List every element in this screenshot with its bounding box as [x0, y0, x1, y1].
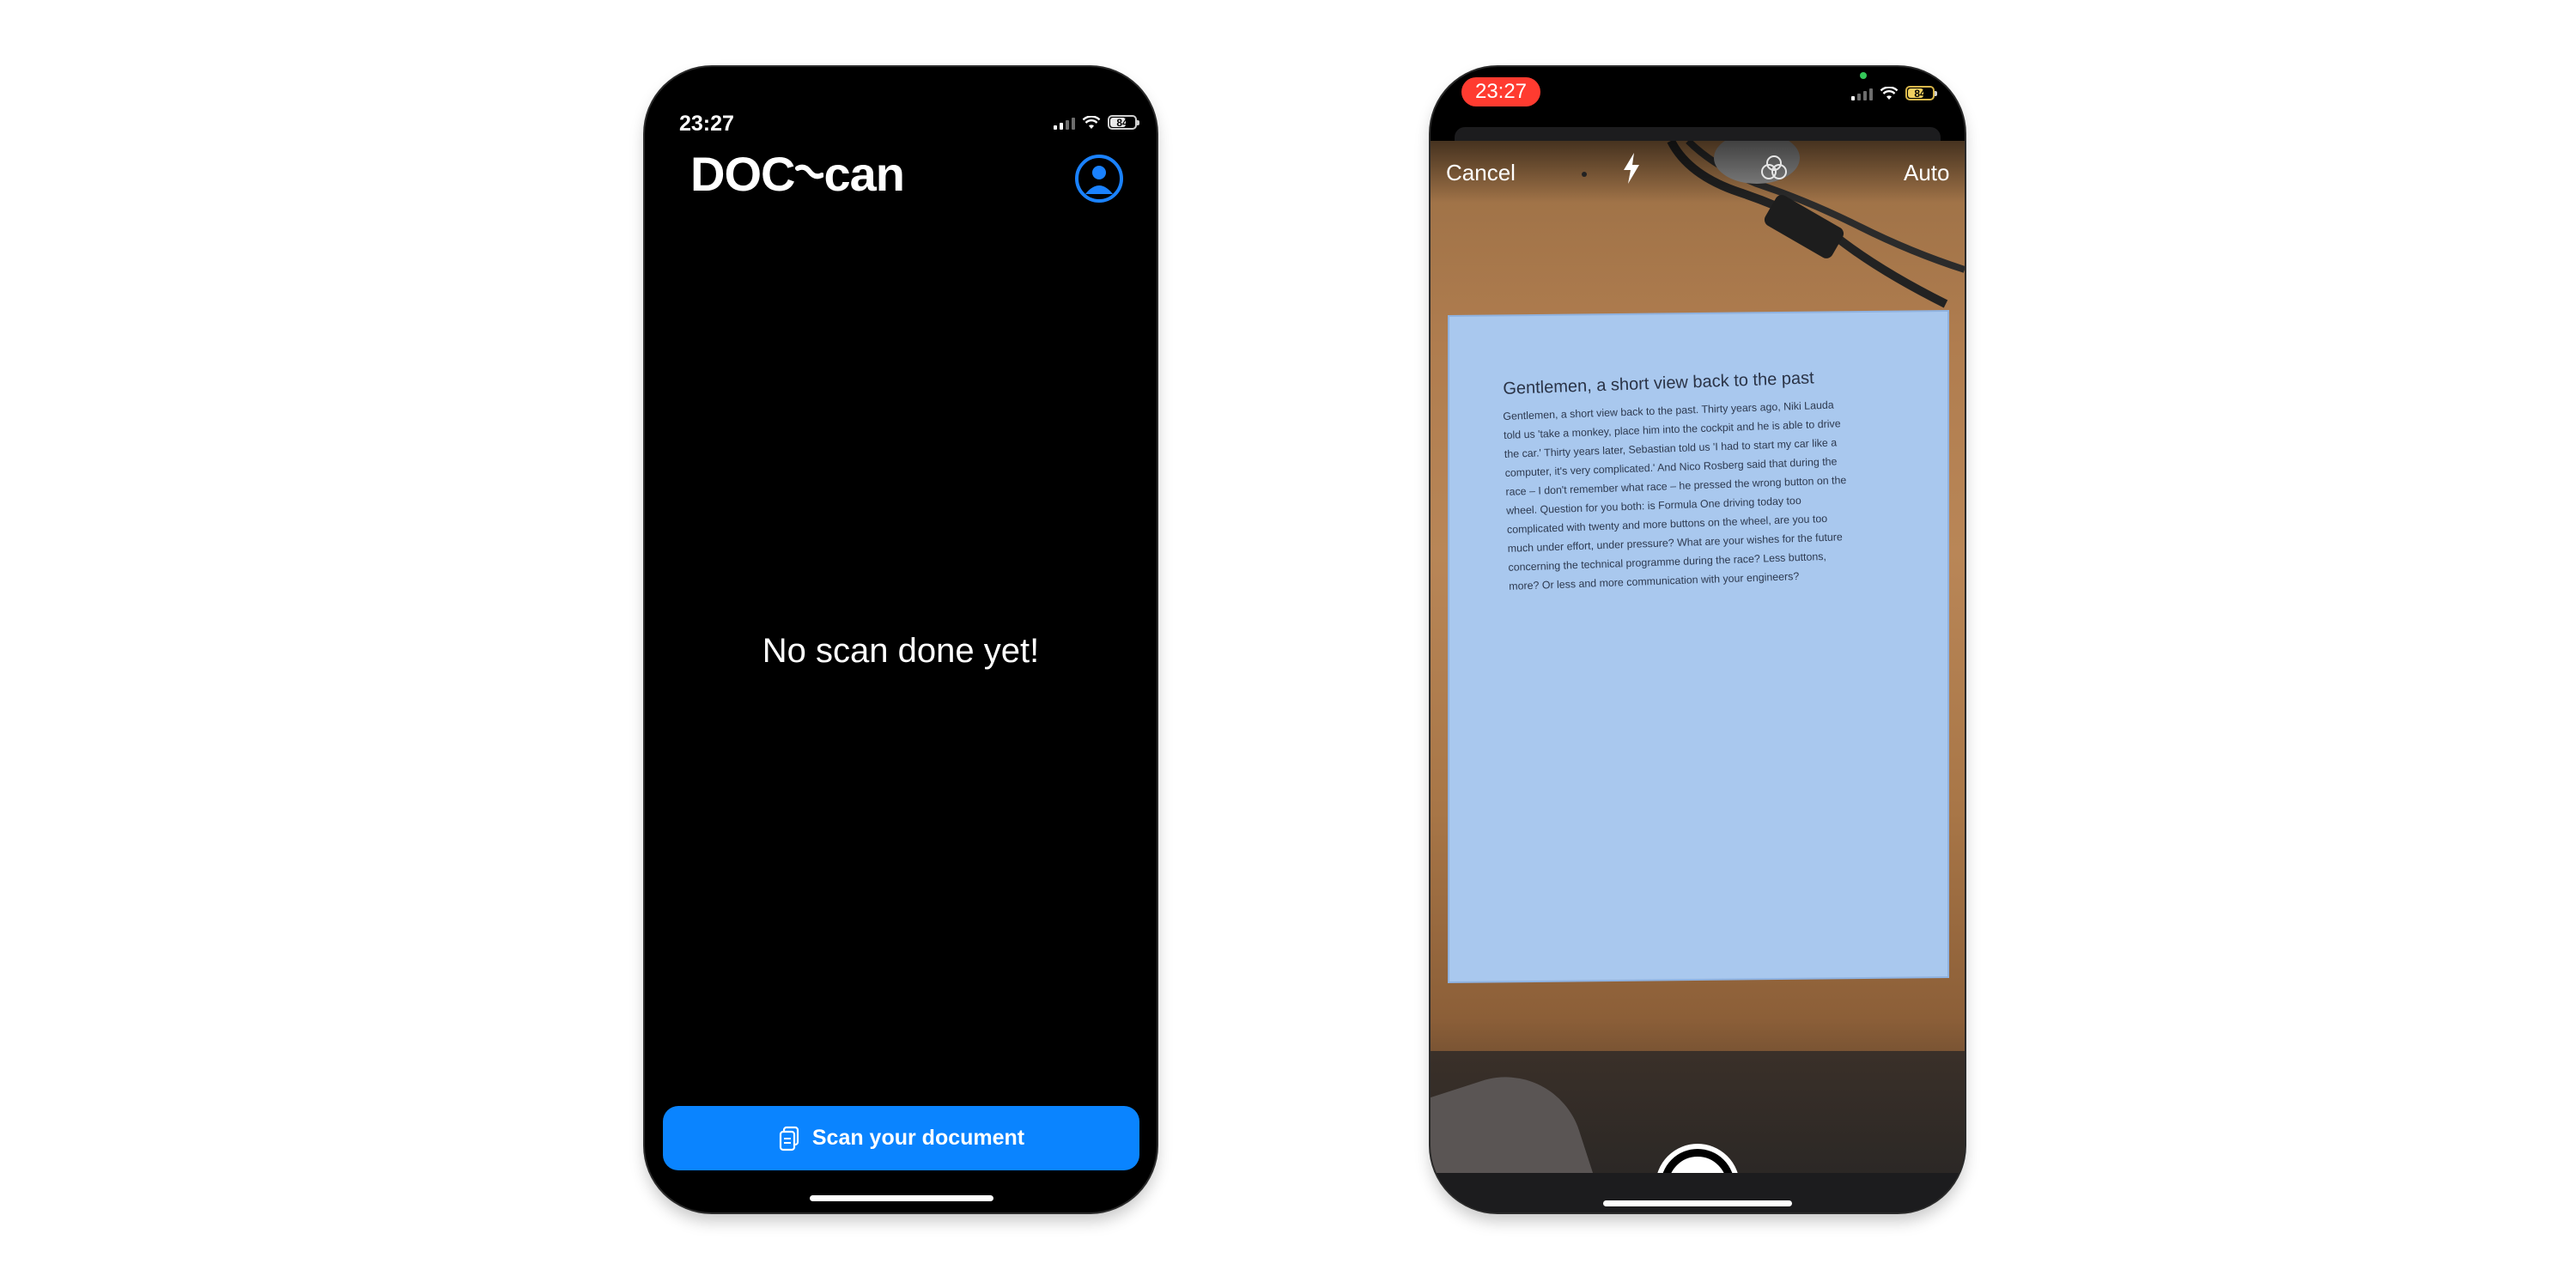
- wifi-icon: [1880, 86, 1899, 100]
- shutter-inner: [1666, 1154, 1729, 1173]
- home-indicator[interactable]: [1603, 1200, 1792, 1206]
- profile-icon[interactable]: [1075, 155, 1123, 203]
- bottom-bar: [1431, 1173, 1965, 1212]
- camera-in-use-indicator: [1860, 72, 1867, 79]
- home-screen-phone: 23:27 84 DOC can No scan done yet! Scan …: [645, 67, 1157, 1212]
- app-logo: DOC can: [690, 147, 905, 201]
- status-icons: 84: [1054, 115, 1139, 130]
- camera-dot: [1582, 172, 1587, 177]
- camera-scan-phone: 23:27 84 Cancel Auto Gentlemen, a short …: [1431, 67, 1965, 1212]
- color-filter-icon[interactable]: [1759, 153, 1789, 184]
- status-icons: 84: [1851, 86, 1937, 100]
- scan-button-label: Scan your document: [811, 1126, 1025, 1150]
- battery-icon: 84: [1108, 115, 1139, 130]
- documents-icon: [779, 1126, 799, 1151]
- signal-icon: [1851, 87, 1873, 100]
- scan-document-button[interactable]: Scan your document: [663, 1106, 1139, 1170]
- status-time-pill: 23:27: [1461, 77, 1540, 106]
- home-indicator[interactable]: [810, 1195, 993, 1201]
- capture-mode-auto[interactable]: Auto: [1904, 160, 1950, 186]
- signal-icon: [1054, 116, 1075, 130]
- flash-icon[interactable]: [1620, 151, 1643, 185]
- battery-icon: 84: [1905, 86, 1937, 100]
- logo-swoosh-icon: [795, 164, 824, 179]
- camera-viewfinder: Cancel Auto Gentlemen, a short view back…: [1431, 141, 1965, 1173]
- empty-state-message: No scan done yet!: [762, 632, 1040, 670]
- status-time: 23:27: [679, 112, 734, 136]
- wifi-icon: [1082, 115, 1101, 129]
- cancel-button[interactable]: Cancel: [1446, 160, 1516, 186]
- document-body: Gentlemen, a short view back to the past…: [1503, 398, 1847, 592]
